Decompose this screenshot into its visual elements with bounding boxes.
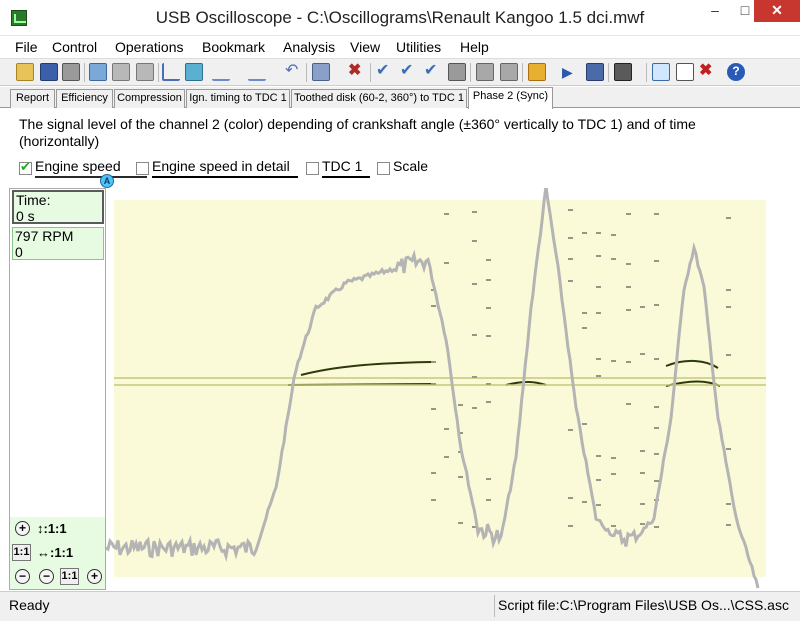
engine-speed-detail-checkbox[interactable] [136, 162, 149, 175]
title-bar: USB Oscilloscope - C:\Oscillograms\Renau… [0, 0, 800, 36]
engine-speed-detail-label: Engine speed in detail [152, 158, 290, 174]
menu-file[interactable]: File [15, 39, 38, 55]
minimize-button[interactable]: – [700, 0, 730, 22]
check-down-icon[interactable]: ✔ [400, 63, 418, 81]
wave-icon[interactable] [248, 63, 266, 81]
tab-toothed-disk[interactable]: Toothed disk (60-2, 360°) to TDC 1 [291, 89, 467, 108]
one-to-one-vertical-button[interactable]: 1:1 [12, 544, 31, 561]
tab-report[interactable]: Report [10, 89, 55, 108]
engine-speed-detail-line-sample [152, 176, 298, 178]
check-icon[interactable]: ✔ [376, 63, 394, 81]
measure-icon[interactable] [185, 63, 203, 81]
menu-operations[interactable]: Operations [115, 39, 183, 55]
keyboard-icon[interactable] [614, 63, 632, 81]
menu-analysis[interactable]: Analysis [283, 39, 335, 55]
menu-control[interactable]: Control [52, 39, 97, 55]
close-button[interactable]: ✕ [754, 0, 800, 22]
tdc1-line-sample [322, 176, 370, 178]
filter-icon[interactable] [212, 63, 230, 81]
play-icon[interactable]: ▶ [562, 63, 580, 81]
horizontal-scale-readout: ↔:1:1 [37, 545, 74, 560]
paste-icon[interactable] [136, 63, 154, 81]
menu-utilities[interactable]: Utilities [396, 39, 441, 55]
export-icon[interactable] [89, 63, 107, 81]
tab-compression[interactable]: Compression [114, 89, 185, 108]
time-label: Time: [16, 192, 51, 208]
scale-checkbox[interactable] [377, 162, 390, 175]
save-icon[interactable] [40, 63, 58, 81]
readout-panel: Time: 0 s 797 RPM 0 + ↕:1:1 1:1 ↔:1:1 − … [9, 188, 106, 590]
tdc1-option[interactable]: TDC 1 [306, 158, 376, 178]
zoom-out-button[interactable]: − [39, 569, 54, 584]
close-red-icon[interactable]: ✖ [699, 63, 717, 81]
tdc1-label: TDC 1 [322, 158, 363, 174]
zoom-out-horizontal-button[interactable]: − [15, 569, 30, 584]
menu-help[interactable]: Help [460, 39, 489, 55]
undo-icon[interactable]: ↶ [285, 63, 303, 81]
chart-icon[interactable] [652, 63, 670, 81]
oscillogram-plot[interactable] [106, 188, 800, 590]
doc-icon[interactable] [676, 63, 694, 81]
chart-description: The signal level of the channel 2 (color… [19, 116, 696, 149]
toolbar: ↶ ✖ ✔ ✔ ✔ ▶ ✖ ? [0, 58, 800, 86]
time-value: 0 s [16, 208, 35, 224]
scale-controls: + ↕:1:1 1:1 ↔:1:1 − − 1:1 + [10, 517, 105, 589]
menu-bar: File Control Operations Bookmark Analysi… [0, 37, 800, 58]
cursor-icon[interactable] [162, 63, 180, 81]
marker-a-icon[interactable]: A [100, 174, 114, 188]
engine-speed-checkbox[interactable] [19, 159, 32, 175]
oscillogram-svg [106, 188, 766, 589]
engine-speed-option[interactable]: Engine speed [19, 158, 147, 178]
check-all-icon[interactable]: ✔ [424, 63, 442, 81]
page-icon[interactable] [448, 63, 466, 81]
tool-icon[interactable] [500, 63, 518, 81]
menu-bookmark[interactable]: Bookmark [202, 39, 265, 55]
tab-ign-timing[interactable]: Ign. timing to TDC 1 [186, 89, 290, 108]
engine-speed-label: Engine speed [35, 158, 121, 174]
help-icon[interactable]: ? [727, 63, 745, 81]
open-icon[interactable] [16, 63, 34, 81]
engine-speed-detail-option[interactable]: Engine speed in detail [136, 158, 301, 178]
copy-icon[interactable] [112, 63, 130, 81]
window-title: USB Oscilloscope - C:\Oscillograms\Renau… [155, 8, 645, 27]
scale-option[interactable]: Scale [377, 158, 437, 176]
zoom-in-vertical-button[interactable]: + [15, 521, 30, 536]
tab-strip: Report Efficiency Compression Ign. timin… [0, 87, 800, 109]
plot-background [114, 200, 766, 577]
tab-phase2-sync[interactable]: Phase 2 (Sync) [468, 87, 553, 109]
menu-view[interactable]: View [350, 39, 380, 55]
rpm-readout: 797 RPM 0 [12, 227, 104, 260]
engine-speed-line-sample [35, 176, 147, 178]
tab-efficiency[interactable]: Efficiency [56, 89, 113, 108]
status-bar: Ready Script file:C:\Program Files\USB O… [0, 591, 800, 621]
status-script-file: Script file:C:\Program Files\USB Os...\C… [498, 597, 789, 613]
print-icon[interactable] [62, 63, 80, 81]
status-ready: Ready [9, 597, 50, 613]
rpm-sub-value: 0 [15, 244, 23, 260]
stop-icon[interactable] [586, 63, 604, 81]
vertical-scale-readout: ↕:1:1 [37, 521, 67, 536]
delete-icon[interactable]: ✖ [348, 63, 366, 81]
screen-icon[interactable] [312, 63, 330, 81]
time-readout: Time: 0 s [12, 190, 104, 224]
grid-icon[interactable] [476, 63, 494, 81]
folder-icon[interactable] [528, 63, 546, 81]
one-to-one-button[interactable]: 1:1 [60, 568, 79, 585]
tdc1-checkbox[interactable] [306, 162, 319, 175]
scale-label: Scale [393, 158, 429, 174]
rpm-value: 797 RPM [15, 228, 74, 244]
zoom-in-horizontal-button[interactable]: + [87, 569, 102, 584]
